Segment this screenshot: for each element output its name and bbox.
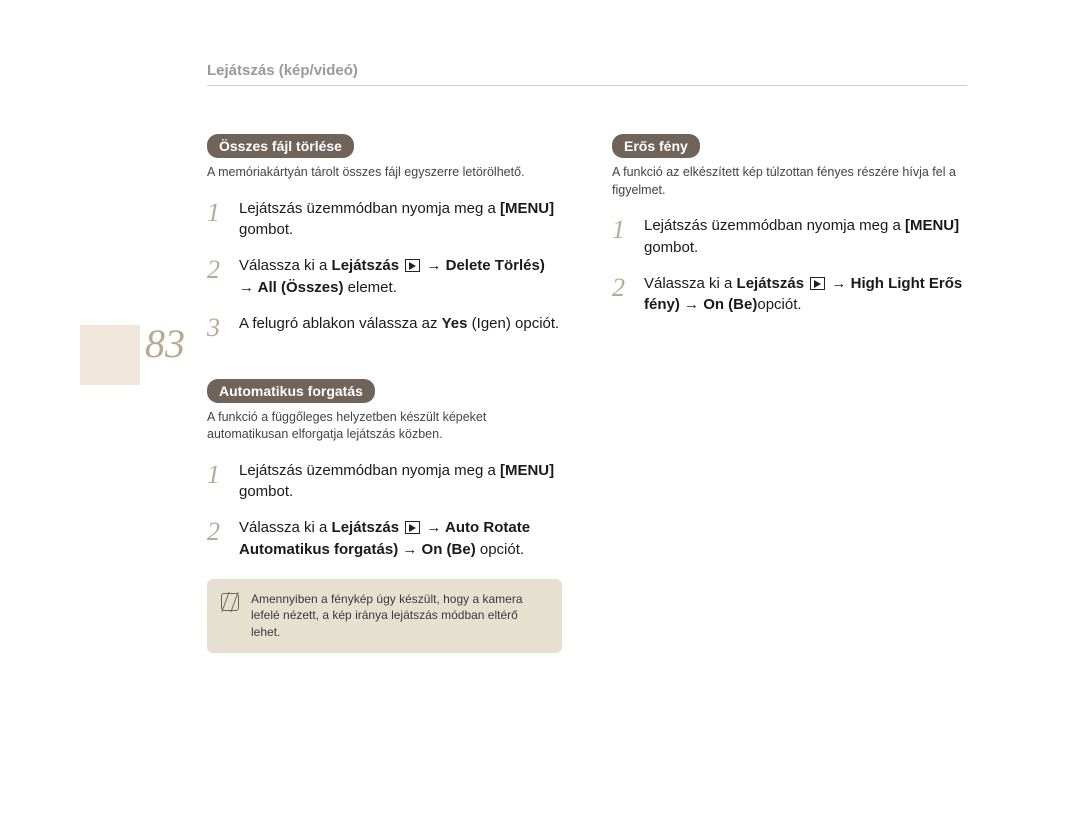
steps-list: 1 Lejátszás üzemmódban nyomja meg a [MEN… [207, 460, 562, 561]
text-run: gombot. [239, 221, 293, 238]
section-desc: A funkció az elkészített kép túlzottan f… [612, 164, 967, 199]
play-icon [405, 521, 420, 534]
steps-list: 1 Lejátszás üzemmódban nyomja meg a [MEN… [612, 215, 967, 316]
strong-label: → [239, 279, 258, 296]
strong-label: Yes [442, 315, 468, 332]
strong-label: Delete Törlés) [446, 257, 545, 274]
strong-label: On (Be) [703, 296, 757, 313]
text-run: Lejátszás üzemmódban nyomja meg a [239, 462, 500, 479]
text-run: gombot. [644, 239, 698, 256]
strong-label: On (Be) [422, 541, 476, 558]
text-run: A felugró ablakon válassza az [239, 315, 442, 332]
text-run: (Igen) opciót. [468, 315, 560, 332]
step-item: 1 Lejátszás üzemmódban nyomja meg a [MEN… [207, 198, 562, 242]
section-desc: A funkció a függőleges helyzetben készül… [207, 409, 562, 444]
step-number: 1 [207, 460, 225, 504]
note-icon [221, 593, 239, 611]
column-right: Erős fény A funkció az elkészített kép t… [612, 134, 967, 653]
step-text: Lejátszás üzemmódban nyomja meg a [MENU]… [239, 460, 562, 504]
step-text: A felugró ablakon válassza az Yes (Igen)… [239, 313, 562, 341]
strong-label: → [398, 541, 421, 558]
strong-label: → [422, 519, 445, 536]
step-item: 2 Válassza ki a Lejátszás → High Light E… [612, 273, 967, 317]
section-desc: A memóriakártyán tárolt összes fájl egys… [207, 164, 562, 182]
strong-label: [MENU] [500, 462, 554, 479]
step-item: 1 Lejátszás üzemmódban nyomja meg a [MEN… [612, 215, 967, 259]
strong-label: Lejátszás [332, 257, 404, 274]
note-text: Amennyiben a fénykép úgy készült, hogy a… [251, 591, 548, 641]
text-run: gombot. [239, 483, 293, 500]
text-run: Lejátszás üzemmódban nyomja meg a [239, 200, 500, 217]
columns: Összes fájl törlése A memóriakártyán tár… [207, 134, 967, 653]
column-left: Összes fájl törlése A memóriakártyán tár… [207, 134, 562, 653]
section-heading-auto-rotate: Automatikus forgatás [207, 379, 375, 403]
strong-label: [MENU] [905, 217, 959, 234]
text-run: elemet. [344, 279, 397, 296]
breadcrumb: Lejátszás (kép/videó) [207, 62, 967, 86]
steps-list: 1 Lejátszás üzemmódban nyomja meg a [MEN… [207, 198, 562, 341]
section-heading-highlight: Erős fény [612, 134, 700, 158]
text-run: Válassza ki a [239, 519, 332, 536]
strong-label: → [422, 257, 445, 274]
step-number: 2 [207, 517, 225, 561]
step-number: 1 [207, 198, 225, 242]
step-text: Lejátszás üzemmódban nyomja meg a [MENU]… [239, 198, 562, 242]
page-number-tab [80, 325, 140, 385]
page-content: Lejátszás (kép/videó) Összes fájl törlés… [207, 62, 967, 653]
note-box: Amennyiben a fénykép úgy készült, hogy a… [207, 579, 562, 653]
strong-label: → [827, 275, 850, 292]
play-icon [405, 259, 420, 272]
strong-label: [MENU] [500, 200, 554, 217]
step-number: 2 [207, 255, 225, 299]
step-item: 2 Válassza ki a Lejátszás → Auto Rotate … [207, 517, 562, 561]
step-number: 3 [207, 313, 225, 341]
text-run: opciót. [757, 296, 801, 313]
step-text: Válassza ki a Lejátszás → Auto Rotate Au… [239, 517, 562, 561]
step-item: 3 A felugró ablakon válassza az Yes (Ige… [207, 313, 562, 341]
text-run: Lejátszás üzemmódban nyomja meg a [644, 217, 905, 234]
step-item: 2 Válassza ki a Lejátszás → Delete Törlé… [207, 255, 562, 299]
strong-label: Lejátszás [737, 275, 809, 292]
strong-label: → [680, 296, 703, 313]
text-run: Válassza ki a [239, 257, 332, 274]
text-run: opciót. [476, 541, 524, 558]
step-item: 1 Lejátszás üzemmódban nyomja meg a [MEN… [207, 460, 562, 504]
text-run: Válassza ki a [644, 275, 737, 292]
strong-label: Lejátszás [332, 519, 404, 536]
step-text: Válassza ki a Lejátszás → Delete Törlés)… [239, 255, 562, 299]
step-text: Lejátszás üzemmódban nyomja meg a [MENU]… [644, 215, 967, 259]
step-text: Válassza ki a Lejátszás → High Light Erő… [644, 273, 967, 317]
page-number: 83 [145, 320, 185, 367]
strong-label: All (Összes) [258, 279, 344, 296]
play-icon [810, 277, 825, 290]
section-heading-delete-all: Összes fájl törlése [207, 134, 354, 158]
step-number: 1 [612, 215, 630, 259]
step-number: 2 [612, 273, 630, 317]
